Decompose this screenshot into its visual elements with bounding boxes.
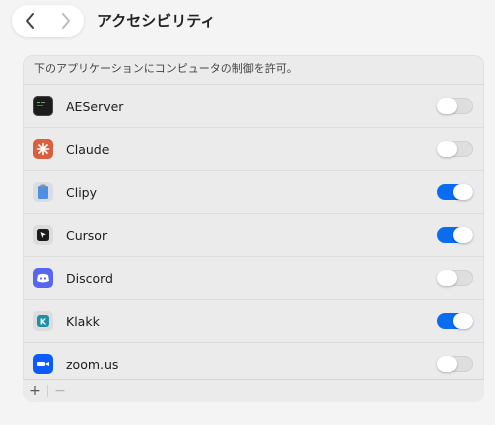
accessibility-app-list: 下のアプリケーションにコンピュータの制御を許可。 AEServer Claude (23, 55, 484, 402)
list-item-cursor: Cursor (23, 214, 484, 257)
add-button[interactable]: + (23, 380, 47, 402)
toolbar: アクセシビリティ (0, 0, 495, 44)
list-item-clipy: Clipy (23, 171, 484, 214)
list-item-aeserver: AEServer (23, 85, 484, 128)
permission-toggle-cursor[interactable] (437, 227, 473, 243)
app-name: Cursor (66, 227, 108, 243)
toggle-knob (437, 270, 457, 286)
permission-toggle-clipy[interactable] (437, 184, 473, 200)
list-footer: + − (23, 379, 484, 402)
toggle-knob (437, 356, 457, 372)
clipboard-icon (33, 182, 53, 202)
toggle-knob (437, 141, 457, 157)
app-name: Klakk (66, 313, 100, 329)
permission-toggle-claude[interactable] (437, 141, 473, 157)
page-title: アクセシビリティ (97, 12, 216, 30)
permission-toggle-klakk[interactable] (437, 313, 473, 329)
chevron-right-icon (62, 13, 70, 29)
toggle-knob (453, 184, 473, 200)
discord-icon (33, 268, 53, 288)
claude-icon (33, 139, 53, 159)
chevron-left-icon (26, 13, 34, 29)
forward-button[interactable] (48, 5, 84, 37)
permission-toggle-zoom[interactable] (437, 356, 473, 372)
navigation-buttons (12, 5, 84, 37)
app-name: Clipy (66, 184, 98, 200)
permission-toggle-discord[interactable] (437, 270, 473, 286)
back-button[interactable] (12, 5, 48, 37)
klakk-icon: K (33, 311, 53, 331)
app-name: zoom.us (66, 356, 119, 372)
app-name: Claude (66, 141, 110, 157)
zoom-icon (33, 354, 53, 374)
list-item-claude: Claude (23, 128, 484, 171)
toggle-knob (453, 313, 473, 329)
panel-description: 下のアプリケーションにコンピュータの制御を許可。 (23, 55, 484, 85)
remove-button[interactable]: − (48, 380, 72, 402)
svg-text:K: K (40, 317, 47, 326)
list-item-discord: Discord (23, 257, 484, 300)
terminal-icon (33, 96, 53, 116)
toggle-knob (453, 227, 473, 243)
list-item-klakk: K Klakk (23, 300, 484, 343)
app-name: Discord (66, 270, 113, 286)
permission-toggle-aeserver[interactable] (437, 98, 473, 114)
cursor-icon (33, 225, 53, 245)
toggle-knob (437, 98, 457, 114)
app-name: AEServer (66, 98, 124, 114)
